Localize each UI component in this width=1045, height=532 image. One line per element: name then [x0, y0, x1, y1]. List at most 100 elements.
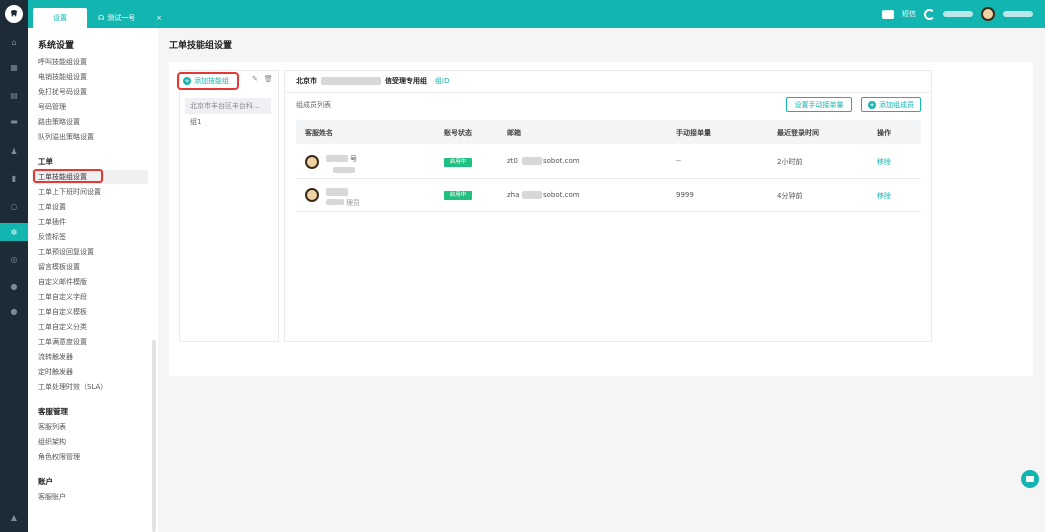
col-email: 邮箱 — [507, 129, 521, 137]
agent-name-redacted — [326, 155, 348, 162]
agent-subtitle-redacted — [326, 199, 344, 205]
nav-item[interactable]: 号码管理 — [38, 100, 148, 114]
app-logo[interactable] — [0, 0, 28, 28]
last-login: 2小时前 — [777, 158, 803, 166]
manual-quota: -- — [676, 157, 682, 165]
remove-link[interactable]: 移除 — [877, 157, 891, 167]
nav-item[interactable]: 组织架构 — [38, 435, 148, 449]
nav-item[interactable]: 工单自定义分类 — [38, 320, 148, 334]
nav-item[interactable]: 队列溢出策略设置 — [38, 130, 148, 144]
tab-test-one[interactable]: ☊ 测试一号 × — [90, 8, 168, 28]
group-header: 北京市 信受理专用组 组ID — [296, 76, 449, 86]
nav-item[interactable]: 电销技能组设置 — [38, 70, 148, 84]
document-icon[interactable]: ▤ — [0, 86, 28, 104]
nav-item[interactable]: 流转触发器 — [38, 350, 148, 364]
status-icon[interactable] — [924, 8, 935, 20]
group-name-prefix: 北京市 — [296, 77, 317, 85]
avatar — [305, 155, 319, 169]
chat-button[interactable] — [1021, 470, 1039, 488]
add-group-button[interactable]: + 添加技能组 — [177, 72, 239, 90]
set-manual-quota-label: 设置手动接单量 — [794, 100, 844, 109]
plus-icon: + — [183, 77, 191, 85]
status-badge: 启用中 — [444, 158, 472, 167]
manual-quota: 9999 — [676, 191, 694, 199]
nav-item[interactable]: 工单满意度设置 — [38, 335, 148, 349]
avatar — [305, 188, 319, 202]
circle-icon[interactable]: ● — [0, 277, 28, 295]
nav-item[interactable]: 工单自定义字段 — [38, 290, 148, 304]
email-start: zt0 — [507, 157, 518, 165]
nav-section-agent: 客服管理 — [38, 407, 68, 416]
email-end: sobot.com — [543, 157, 580, 165]
nav-item[interactable]: 客服列表 — [38, 420, 148, 434]
nav-item[interactable]: 留言模板设置 — [38, 260, 148, 274]
nav-item[interactable]: 工单处理时效（SLA） — [38, 380, 148, 394]
nav-item[interactable]: 客服账户 — [38, 490, 148, 504]
search-icon[interactable]: ○ — [0, 197, 28, 215]
group-id-link[interactable]: 组ID — [435, 76, 449, 86]
nav-item[interactable]: 工单插件 — [38, 215, 148, 229]
group-item[interactable]: 组1 — [185, 114, 271, 130]
plus-icon: + — [868, 100, 876, 109]
grid-icon[interactable]: ▦ — [0, 58, 28, 76]
list-icon[interactable]: ▬ — [0, 112, 28, 130]
email-redacted — [522, 191, 542, 199]
nav-item[interactable]: 定时触发器 — [38, 365, 148, 379]
account-icon[interactable]: ● — [0, 302, 28, 320]
col-manual-quota: 手动接单量 — [676, 129, 711, 137]
users-icon[interactable]: ♟ — [0, 142, 28, 160]
row-divider — [296, 211, 921, 212]
gear-icon[interactable]: ✲ — [0, 223, 28, 241]
nav-item[interactable]: 自定义邮件模版 — [38, 275, 148, 289]
nav-item[interactable]: 免打扰号码设置 — [38, 85, 148, 99]
top-bar: 设置 ☊ 测试一号 × 短信 — [0, 0, 1045, 28]
settings-nav: 系统设置 呼叫技能组设置 电销技能组设置 免打扰号码设置 号码管理 路由策略设置… — [28, 28, 158, 532]
agent-name-tail: 号 — [350, 155, 357, 163]
user-name-redacted — [1003, 11, 1033, 17]
nav-item[interactable]: 工单设置 — [38, 200, 148, 214]
nav-item[interactable]: 工单预设回复设置 — [38, 245, 148, 259]
add-member-button[interactable]: + 添加组成员 — [861, 97, 921, 112]
set-manual-quota-button[interactable]: 设置手动接单量 — [786, 97, 852, 112]
nav-item[interactable]: 路由策略设置 — [38, 115, 148, 129]
stats-icon[interactable]: ▮ — [0, 169, 28, 187]
sms-label[interactable]: 短信 — [902, 9, 916, 19]
bot-icon[interactable]: ◎ — [0, 250, 28, 268]
divider — [284, 92, 932, 93]
status-badge: 启用中 — [444, 191, 472, 200]
user-avatar[interactable] — [981, 7, 995, 21]
chat-icon — [1026, 476, 1034, 482]
edit-icon[interactable]: ✎ — [252, 75, 258, 83]
col-agent-name: 客服姓名 — [305, 129, 333, 137]
nav-item[interactable]: 呼叫技能组设置 — [38, 55, 148, 69]
close-icon[interactable]: × — [156, 14, 162, 22]
last-login: 4分钟前 — [777, 192, 803, 200]
trash-icon[interactable]: 🗑 — [264, 75, 273, 83]
tab-test-one-label: 测试一号 — [107, 14, 136, 22]
remove-link[interactable]: 移除 — [877, 191, 891, 201]
sms-icon[interactable] — [882, 6, 894, 19]
members-list-label: 组成员列表 — [296, 101, 331, 109]
tab-settings-label: 设置 — [53, 14, 67, 22]
home-icon[interactable]: ⌂ — [0, 33, 28, 51]
nav-item[interactable]: 工单自定义模板 — [38, 305, 148, 319]
nav-title: 系统设置 — [38, 41, 75, 51]
nav-item[interactable]: 角色权限管理 — [38, 450, 148, 464]
agent-name-redacted — [326, 188, 348, 196]
group-tools: ✎ 🗑 — [252, 75, 273, 83]
nav-item[interactable]: 反馈标签 — [38, 230, 148, 244]
col-account-status: 账号状态 — [444, 129, 472, 137]
col-actions: 操作 — [877, 129, 891, 137]
headset-icon: ☊ — [98, 14, 105, 22]
icon-rail: ⌂ ▦ ▤ ▬ ♟ ▮ ○ ✲ ◎ ● ● ▲ — [0, 28, 28, 532]
nav-item[interactable]: 工单上下班时间设置 — [38, 185, 148, 199]
email-start: zha — [507, 191, 520, 199]
bell-icon[interactable]: ▲ — [0, 508, 28, 526]
nav-scrollbar[interactable] — [152, 340, 156, 532]
group-item[interactable]: 北京市丰台区丰台科... — [185, 98, 271, 114]
add-group-label: 添加技能组 — [194, 77, 229, 85]
tab-settings[interactable]: 设置 — [33, 8, 87, 28]
agent-subtitle-tail: 理员 — [346, 199, 360, 207]
page-title: 工单技能组设置 — [169, 41, 233, 51]
email-end: sobot.com — [543, 191, 580, 199]
